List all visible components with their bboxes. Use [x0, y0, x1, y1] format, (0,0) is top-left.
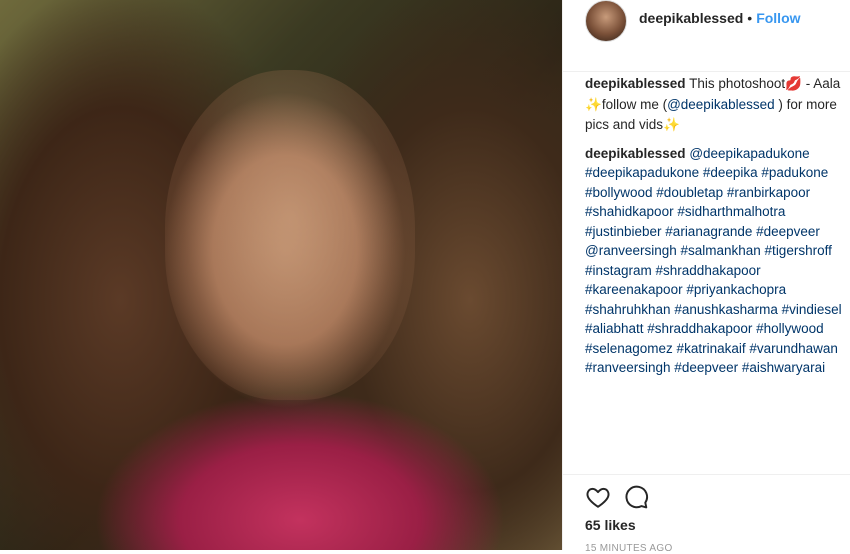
- comment-line: pics and vids✨: [585, 115, 847, 136]
- hashtag-line[interactable]: #selenagomez #katrinakaif #varundhawan: [585, 339, 847, 359]
- heart-icon[interactable]: [585, 484, 611, 510]
- comment-text: - Aala: [801, 76, 841, 91]
- post-sidebar: deepikablessed • Follow deepikablessed Thi…: [562, 0, 850, 554]
- mention-link[interactable]: @deepikapadukone: [689, 146, 809, 161]
- photo-subject: [165, 70, 415, 400]
- hashtag-line[interactable]: #deepikapadukone #deepika #padukone: [585, 163, 847, 183]
- hashtag-line[interactable]: @ranveersingh #salmankhan #tigershroff: [585, 241, 847, 261]
- hashtag-line[interactable]: #kareenakapoor #priyankachopra: [585, 280, 847, 300]
- header-username[interactable]: deepikablessed: [639, 10, 743, 26]
- header-text: deepikablessed • Follow: [639, 10, 801, 26]
- hashtag-line[interactable]: #shahruhkhan #anushkasharma #vindiesel: [585, 300, 847, 320]
- comment-1: deepikablessed This photoshoot💋 - Aala ✨…: [585, 74, 847, 136]
- post-photo[interactable]: [0, 0, 562, 550]
- comment-username[interactable]: deepikablessed: [585, 146, 686, 161]
- mention-link[interactable]: @deepikablessed: [667, 97, 775, 112]
- comment-line: deepikablessed This photoshoot💋 - Aala: [585, 74, 847, 95]
- likes-count[interactable]: 65 likes: [585, 517, 636, 533]
- comments-list: deepikablessed This photoshoot💋 - Aala ✨…: [585, 74, 847, 474]
- comment-line: deepikablessed @deepikapadukone: [585, 144, 847, 164]
- hashtag-line[interactable]: #aliabhatt #shraddhakapoor #hollywood: [585, 319, 847, 339]
- action-bar: [563, 474, 850, 509]
- comment-text: This photoshoot: [689, 76, 786, 91]
- avatar[interactable]: [585, 0, 627, 42]
- post-timestamp: 15 MINUTES AGO: [585, 543, 673, 554]
- hashtag-line[interactable]: #instagram #shraddhakapoor: [585, 261, 847, 281]
- header-separator: •: [747, 10, 753, 26]
- comment-2: deepikablessed @deepikapadukone #deepika…: [585, 144, 847, 378]
- comment-text: pics and vids: [585, 117, 664, 132]
- hashtag-line[interactable]: #bollywood #doubletap #ranbirkapoor: [585, 183, 847, 203]
- hashtag-line[interactable]: #shahidkapoor #sidharthmalhotra: [585, 202, 847, 222]
- comment-text: follow me (: [601, 96, 668, 112]
- comment-icon[interactable]: [623, 484, 649, 510]
- sparkles-emoji-icon: ✨: [663, 117, 680, 133]
- sparkles-emoji-icon: ✨: [585, 96, 602, 113]
- comment-username[interactable]: deepikablessed: [585, 76, 686, 91]
- hashtag-line[interactable]: #ranveersingh #deepveer #aishwaryarai: [585, 358, 847, 378]
- post-header: deepikablessed • Follow: [563, 0, 850, 72]
- comment-line: ✨follow me (@deepikablessed ) for more: [585, 95, 847, 116]
- hashtag-line[interactable]: #justinbieber #arianagrande #deepveer: [585, 222, 847, 242]
- comment-text: ) for more: [774, 96, 837, 112]
- lips-emoji-icon: 💋: [785, 76, 802, 92]
- follow-button[interactable]: Follow: [756, 10, 800, 26]
